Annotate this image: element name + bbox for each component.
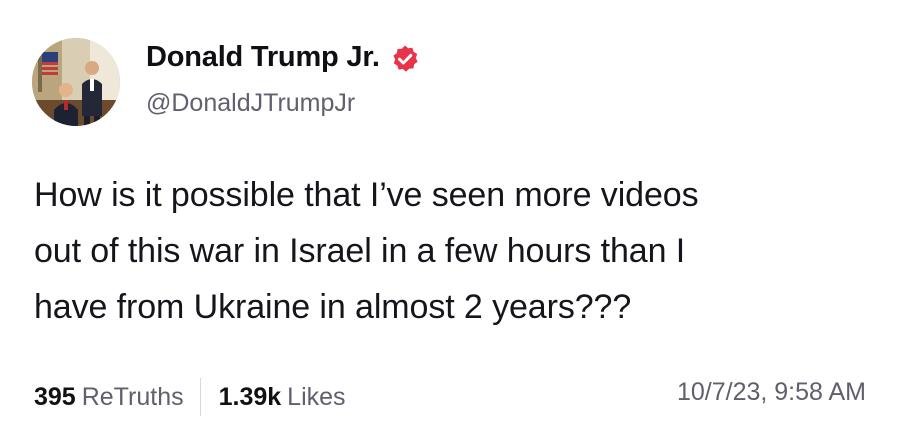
post-timestamp[interactable]: 10/7/23, 9:58 AM xyxy=(677,378,866,407)
likes-stat[interactable]: 1.39k Likes xyxy=(219,383,346,412)
stats-divider xyxy=(199,378,201,416)
post-body: How is it possible that I’ve seen more v… xyxy=(34,167,874,335)
author-display-name[interactable]: Donald Trump Jr. xyxy=(146,41,380,74)
retruths-stat[interactable]: 395 ReTruths xyxy=(34,383,184,412)
post-stats: 395 ReTruths 1.39k Likes xyxy=(34,378,346,416)
avatar[interactable] xyxy=(32,38,120,126)
verified-badge-icon xyxy=(390,44,420,74)
likes-label: Likes xyxy=(287,382,346,411)
likes-count: 1.39k xyxy=(218,382,282,411)
post-card: Donald Trump Jr. @DonaldJTrumpJr How is … xyxy=(0,0,900,435)
post-body-line: have from Ukraine in almost 2 years??? xyxy=(34,288,632,326)
post-body-line: out of this war in Israel in a few hours… xyxy=(34,232,686,270)
post-body-line: How is it possible that I’ve seen more v… xyxy=(34,176,699,214)
retruths-count: 395 xyxy=(34,382,76,411)
author-handle[interactable]: @DonaldJTrumpJr xyxy=(146,89,355,118)
profile-photo-icon xyxy=(32,38,120,126)
author-name-row: Donald Trump Jr. xyxy=(146,41,420,74)
retruths-label: ReTruths xyxy=(81,382,184,411)
